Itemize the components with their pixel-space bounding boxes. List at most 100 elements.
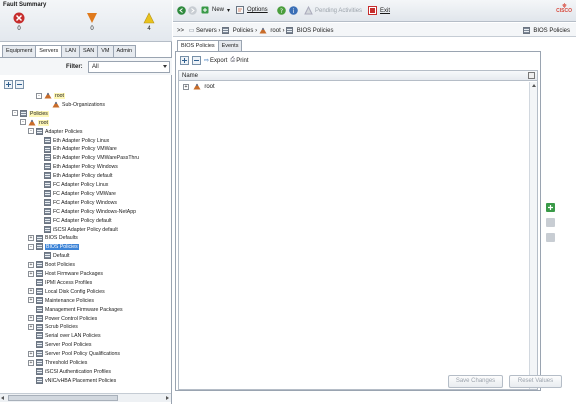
tree-node[interactable]: Sub-Organizations: [44, 101, 105, 110]
org-icon: [28, 119, 36, 126]
export-button[interactable]: ⇨ Export: [204, 57, 227, 65]
collapse-icon[interactable]: -: [20, 119, 26, 126]
tab-bios-policies[interactable]: BIOS Policies: [177, 40, 219, 51]
tab-admin[interactable]: Admin: [112, 45, 137, 57]
expand-icon[interactable]: +: [28, 270, 34, 277]
tree-node[interactable]: FC Adapter Policy Linux: [36, 181, 108, 190]
expand-icon[interactable]: +: [28, 359, 34, 366]
add-icon[interactable]: [546, 203, 555, 212]
tree-node[interactable]: FC Adapter Policy default: [36, 216, 112, 226]
tree-node-label: FC Adapter Policy Windows: [53, 199, 118, 206]
tree-node[interactable]: Eth Adapter Policy default: [36, 172, 112, 181]
tree-node[interactable]: Eth Adapter Policy Windows: [36, 163, 118, 172]
tree-node[interactable]: FC Adapter Policy Windows-NetApp: [36, 207, 136, 217]
critical-icon: [13, 12, 25, 24]
tree-node[interactable]: iSCSI Authentication Profiles: [28, 368, 111, 377]
breadcrumb-item-servers[interactable]: Servers: [196, 28, 217, 34]
expand-icon[interactable]: +: [28, 261, 34, 268]
scroll-right-icon[interactable]: [166, 396, 169, 400]
tree-node[interactable]: Eth Adapter Policy VMWarePassThru: [36, 154, 139, 163]
tree-node[interactable]: Default: [36, 252, 69, 261]
breadcrumb-item-root[interactable]: root: [270, 28, 280, 34]
org-icon: [44, 92, 52, 99]
tree-node[interactable]: - BIOS Policies: [28, 243, 79, 252]
exit-button[interactable]: Exit: [368, 6, 390, 15]
tree-node[interactable]: + BIOS Defaults: [28, 234, 78, 243]
breadcrumb-item-bios-policies[interactable]: BIOS Policies: [297, 28, 334, 34]
tab-vm[interactable]: VM: [97, 45, 114, 57]
tree-node[interactable]: + Boot Policies: [28, 261, 75, 270]
tab-lan[interactable]: LAN: [61, 45, 80, 57]
tree-node[interactable]: FC Adapter Policy Windows: [36, 198, 118, 208]
collapse-button[interactable]: [192, 56, 201, 65]
expand-icon[interactable]: +: [183, 83, 189, 90]
tree-node[interactable]: + Server Pool Policy Qualifications: [28, 350, 120, 359]
tab-equipment[interactable]: Equipment: [2, 45, 37, 57]
scroll-up-icon[interactable]: [532, 84, 536, 87]
help-button[interactable]: ?: [277, 6, 286, 15]
tree-node[interactable]: Management Firmware Packages: [28, 305, 123, 315]
expand-icon[interactable]: +: [28, 315, 34, 322]
tree-node[interactable]: - root: [20, 119, 49, 128]
tree-node[interactable]: iSCSI Adapter Policy default: [36, 225, 118, 235]
collapse-icon[interactable]: -: [12, 110, 18, 117]
folder-icon: [36, 234, 43, 242]
tree-node-label: Adapter Policies: [45, 128, 83, 135]
column-config-icon[interactable]: [528, 72, 535, 79]
expand-icon[interactable]: +: [28, 324, 34, 331]
tree-node[interactable]: + Threshold Policies: [28, 359, 87, 368]
tree-node[interactable]: + Maintenance Policies: [28, 296, 94, 306]
tree-node[interactable]: FC Adapter Policy VMWare: [36, 190, 116, 199]
save-changes-button[interactable]: Save Changes: [448, 375, 503, 388]
new-menu-button[interactable]: New ▾: [201, 6, 230, 14]
back-button[interactable]: [177, 6, 186, 15]
breadcrumb-item-policies[interactable]: Policies: [233, 28, 254, 34]
expand-button[interactable]: [180, 56, 189, 65]
expand-icon[interactable]: +: [28, 235, 34, 242]
expand-icon[interactable]: +: [28, 297, 34, 304]
collapse-icon[interactable]: -: [28, 128, 34, 135]
tab-servers[interactable]: Servers: [35, 45, 63, 57]
tree-node[interactable]: + Power Control Policies: [28, 314, 97, 324]
tree-node[interactable]: + Local Disk Config Policies: [28, 287, 105, 297]
scroll-thumb[interactable]: [8, 395, 118, 401]
major-fault-indicator[interactable]: 0: [82, 12, 102, 32]
expand-icon[interactable]: +: [28, 350, 34, 357]
delete-icon[interactable]: [546, 218, 555, 227]
tree-node[interactable]: - root: [36, 92, 65, 101]
minor-fault-indicator[interactable]: 4: [139, 12, 159, 32]
info-button[interactable]: i: [289, 6, 298, 15]
expand-all-button[interactable]: [4, 80, 13, 89]
options-button[interactable]: Options: [236, 6, 268, 14]
tree-node[interactable]: - Policies: [12, 109, 49, 119]
tree-horizontal-scrollbar[interactable]: [0, 393, 171, 402]
tree-node[interactable]: vNIC/vHBA Placement Policies: [28, 376, 116, 386]
forward-icon: [188, 6, 197, 15]
tree-node[interactable]: Eth Adapter Policy VMWare: [36, 145, 117, 154]
tab-events[interactable]: Events: [217, 40, 243, 51]
table-vertical-scrollbar[interactable]: [529, 82, 537, 389]
pending-activities-button[interactable]: Pending Activities: [304, 6, 362, 15]
tree-node[interactable]: + Host Firmware Packages: [28, 270, 103, 279]
tree-node[interactable]: - Adapter Policies: [28, 127, 83, 137]
expand-icon[interactable]: +: [28, 288, 34, 295]
tree-node[interactable]: IPMI Access Profiles: [28, 279, 92, 288]
column-header-name[interactable]: Name: [182, 73, 198, 79]
table-row[interactable]: + root: [179, 81, 537, 92]
collapse-icon[interactable]: -: [28, 243, 34, 250]
collapse-all-button[interactable]: [15, 80, 24, 89]
forward-button[interactable]: [188, 6, 197, 15]
print-button[interactable]: ⎙ Print: [230, 57, 248, 64]
tree-node[interactable]: + Scrub Policies: [28, 323, 78, 332]
critical-fault-indicator[interactable]: 0: [9, 12, 29, 32]
collapse-icon[interactable]: -: [36, 92, 42, 99]
tree-node[interactable]: Serial over LAN Policies: [28, 332, 101, 341]
reset-values-button[interactable]: Reset Values: [509, 375, 562, 388]
tree-node[interactable]: Eth Adapter Policy Linux: [36, 136, 109, 146]
filter-select[interactable]: All: [88, 61, 170, 73]
tab-san[interactable]: SAN: [78, 45, 99, 57]
info-panel-icon[interactable]: [546, 233, 555, 242]
cisco-logo-text: CISCO: [556, 8, 572, 14]
tree-node[interactable]: Server Pool Policies: [28, 341, 91, 350]
scroll-left-icon[interactable]: [1, 396, 4, 400]
